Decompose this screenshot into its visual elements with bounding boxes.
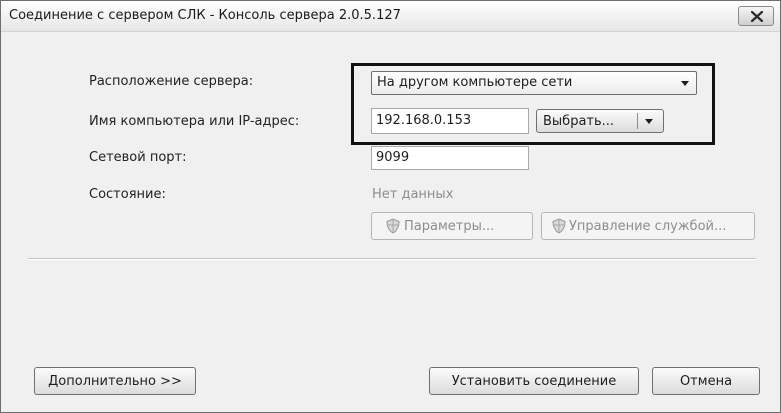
separator-line [28, 258, 756, 260]
port-label: Сетевой порт: [89, 150, 187, 165]
highlight-frame [351, 63, 715, 145]
connect-label: Установить соединение [451, 374, 617, 389]
port-input[interactable]: 9099 [371, 146, 529, 170]
service-management-button[interactable]: Управление службой... [541, 212, 755, 240]
parameters-label: Параметры... [404, 219, 495, 234]
dialog-window: Соединение с сервером СЛК - Консоль серв… [0, 0, 781, 413]
close-button[interactable] [738, 6, 774, 26]
cancel-label: Отмена [679, 374, 733, 389]
connect-button[interactable]: Установить соединение [429, 367, 639, 395]
status-label: Состояние: [89, 187, 166, 202]
title-bar: Соединение с сервером СЛК - Консоль серв… [1, 1, 780, 32]
port-input-value: 9099 [376, 150, 410, 165]
shield-icon [386, 218, 400, 234]
window-title: Соединение с сервером СЛК - Консоль серв… [9, 8, 401, 23]
more-options-button[interactable]: Дополнительно >> [34, 367, 196, 395]
host-label: Имя компьютера или IP-адрес: [89, 114, 300, 129]
more-options-label: Дополнительно >> [48, 374, 182, 389]
server-location-label: Расположение сервера: [89, 74, 254, 89]
shield-icon [552, 218, 566, 234]
status-value: Нет данных [372, 187, 454, 202]
cancel-button[interactable]: Отмена [652, 367, 760, 395]
service-management-label: Управление службой... [569, 219, 727, 234]
parameters-button[interactable]: Параметры... [371, 212, 533, 240]
close-icon [751, 11, 763, 22]
